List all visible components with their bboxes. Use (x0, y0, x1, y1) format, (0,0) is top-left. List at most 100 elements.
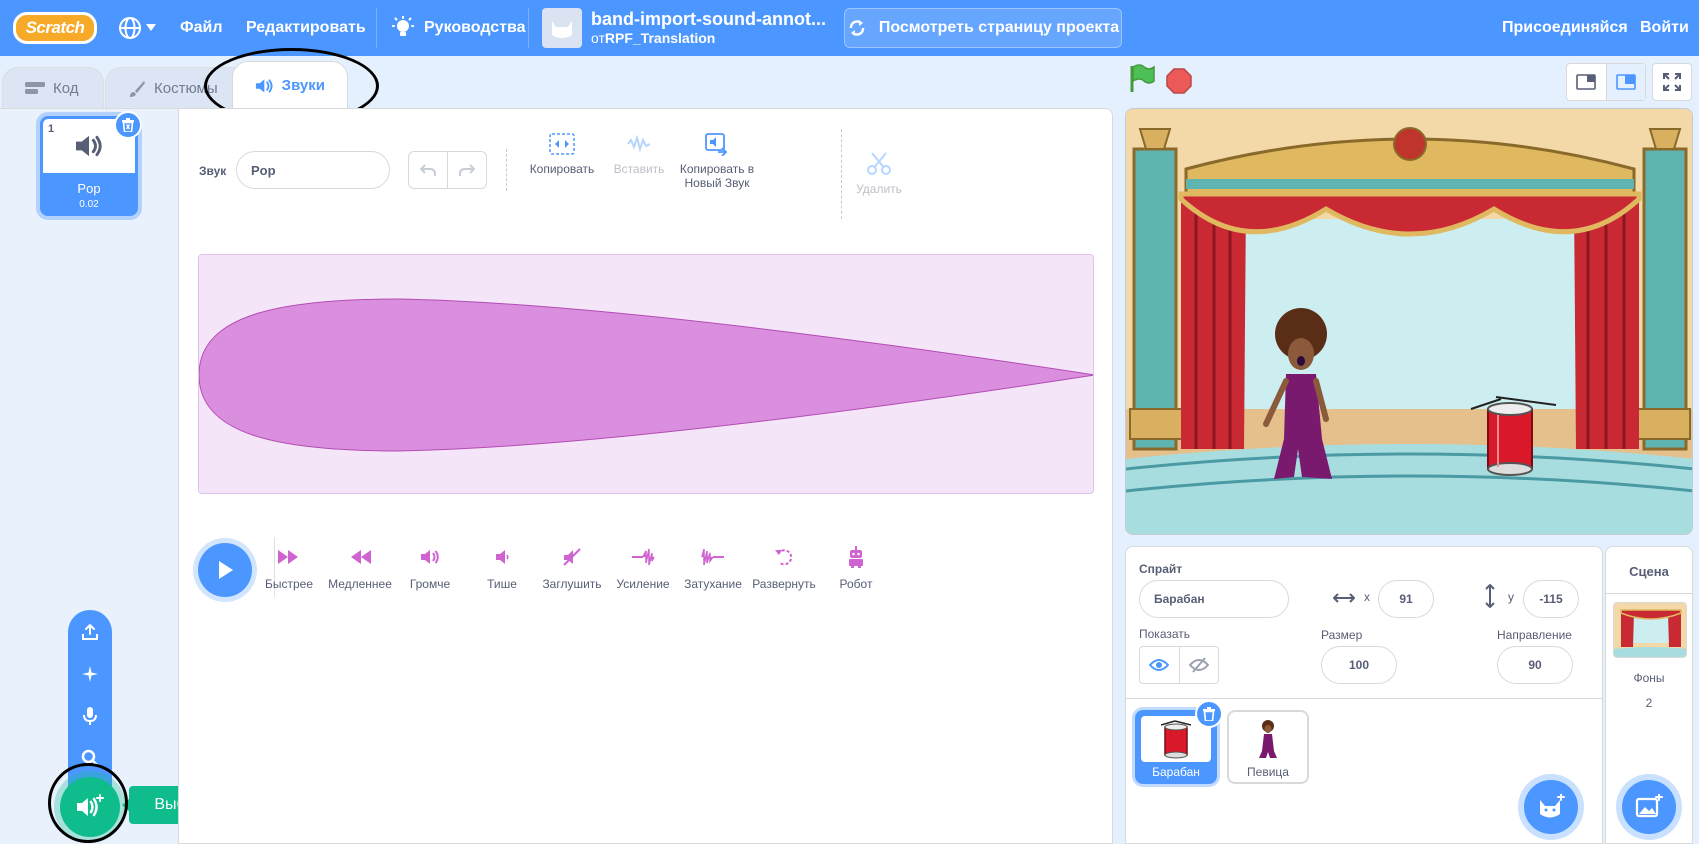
stop-button[interactable] (1166, 68, 1192, 99)
choose-backdrop-button[interactable] (1622, 780, 1676, 834)
sprite-name-input[interactable]: Барабан (1139, 580, 1289, 618)
file-menu[interactable]: Файл (180, 0, 223, 56)
show-sprite-button[interactable] (1140, 647, 1179, 683)
sound-waveform[interactable] (198, 254, 1094, 494)
globe-icon (119, 17, 141, 39)
play-sound-button[interactable] (198, 543, 252, 597)
menu-divider (528, 8, 529, 48)
delete-button[interactable]: Удалить (839, 149, 919, 196)
slower-icon (351, 550, 371, 564)
undo-redo-group (408, 151, 487, 189)
author-name[interactable]: RPF_Translation (605, 30, 715, 46)
paste-button[interactable]: Вставить (599, 129, 679, 176)
effect-softer[interactable]: Тише (465, 543, 539, 591)
sound-name-input[interactable]: Pop (236, 151, 390, 189)
copy-button[interactable]: Копировать (522, 129, 602, 176)
stage-canvas[interactable] (1125, 108, 1693, 535)
sprite-tile-singer[interactable]: Певица (1227, 710, 1309, 784)
choose-sound-menu (68, 610, 112, 790)
surprise-sound-button[interactable] (68, 658, 112, 690)
project-thumbnail (542, 8, 582, 48)
search-icon (81, 749, 99, 767)
louder-icon (421, 550, 439, 564)
effect-fade-in[interactable]: Усиление (606, 543, 680, 591)
effect-fade-out-label: Затухание (684, 577, 742, 591)
choose-sprite-button[interactable] (1524, 780, 1578, 834)
backdrops-count: 2 (1645, 696, 1653, 710)
caret-down-icon (146, 24, 156, 31)
search-sound-button[interactable] (68, 742, 112, 774)
singer-icon (1259, 720, 1277, 758)
menu-bar: Scratch Файл Редактировать Руководства b… (0, 0, 1699, 56)
trash-icon (1203, 707, 1215, 721)
delete-sound-button[interactable] (114, 111, 142, 139)
sound-index: 1 (48, 123, 55, 135)
author-prefix: от (591, 30, 605, 46)
size-input[interactable]: 100 (1321, 646, 1397, 684)
singer-thumbnail (1233, 716, 1303, 762)
size-label: Размер (1321, 628, 1363, 642)
backdrop-thumbnail (1613, 602, 1687, 658)
project-title[interactable]: band-import-sound-annot... (591, 9, 826, 30)
stage-target-pane[interactable]: Сцена Фоны 2 (1605, 546, 1693, 844)
tutorials-menu[interactable]: Руководства (392, 0, 526, 56)
effect-reverse-label: Развернуть (752, 577, 816, 591)
copy-to-new-button[interactable]: Копировать в Новый Звук (675, 129, 759, 190)
sign-in-link[interactable]: Войти (1640, 0, 1689, 56)
effect-louder[interactable]: Громче (393, 543, 467, 591)
effect-reverse[interactable]: Развернуть (747, 543, 821, 591)
upload-sound-button[interactable] (68, 616, 112, 648)
delete-sprite-button[interactable] (1195, 700, 1223, 728)
copy-icon (549, 133, 575, 155)
see-project-page-button[interactable]: Посмотреть страницу проекта (844, 8, 1122, 48)
stage-title: Сцена (1629, 564, 1669, 579)
visibility-toggle (1139, 646, 1219, 684)
small-stage-button[interactable] (1567, 64, 1606, 100)
normal-stage-button[interactable] (1605, 64, 1645, 100)
hide-sprite-button[interactable] (1178, 647, 1219, 683)
theater-backdrop (1126, 109, 1692, 534)
effect-fade-out[interactable]: Затухание (676, 543, 750, 591)
redo-button[interactable] (447, 152, 486, 188)
effect-slower[interactable]: Медленнее (323, 543, 397, 591)
record-sound-button[interactable] (68, 700, 112, 732)
green-flag-button[interactable] (1128, 63, 1156, 98)
upload-icon (82, 623, 98, 640)
y-input[interactable]: -115 (1523, 580, 1579, 618)
waveform-shape (199, 298, 1093, 452)
add-backdrop-icon (1635, 794, 1663, 818)
edit-menu[interactable]: Редактировать (246, 0, 366, 56)
direction-label: Направление (1497, 628, 1572, 642)
sound-name-label: Звук (199, 164, 227, 178)
sprite-tile-name: Певица (1247, 765, 1289, 779)
choose-sound-button[interactable] (60, 777, 120, 837)
fullscreen-icon (1663, 73, 1681, 91)
x-arrows-icon (1333, 593, 1355, 603)
reverse-icon (775, 549, 793, 566)
speaker-icon (76, 135, 102, 157)
effect-faster-label: Быстрее (264, 577, 314, 591)
remix-arrows-icon (849, 20, 865, 36)
see-project-label: Посмотреть страницу проекта (878, 19, 1120, 36)
faster-icon (278, 550, 298, 564)
fullscreen-button[interactable] (1652, 63, 1692, 101)
undo-icon (420, 164, 436, 176)
direction-input[interactable]: 90 (1497, 646, 1573, 684)
x-input[interactable]: 91 (1378, 580, 1434, 618)
language-menu[interactable] (118, 14, 162, 42)
effect-mute[interactable]: Заглушить (535, 543, 609, 591)
scissors-icon (867, 152, 891, 175)
effect-robot[interactable]: Робот (819, 543, 893, 591)
copy-to-new-icon (705, 133, 728, 156)
effect-faster[interactable]: Быстрее (252, 543, 326, 591)
scratch-logo[interactable]: Scratch (13, 12, 97, 44)
undo-button[interactable] (409, 152, 447, 188)
tab-code[interactable]: Код (2, 67, 104, 109)
fade-out-icon (701, 548, 724, 566)
tab-sounds[interactable]: Звуки (232, 61, 348, 109)
join-link[interactable]: Присоединяйся (1502, 0, 1628, 56)
effect-fade-in-label: Усиление (616, 577, 670, 591)
fade-in-icon (632, 548, 655, 566)
green-flag-icon (1130, 64, 1155, 92)
tab-code-label: Код (53, 80, 79, 97)
